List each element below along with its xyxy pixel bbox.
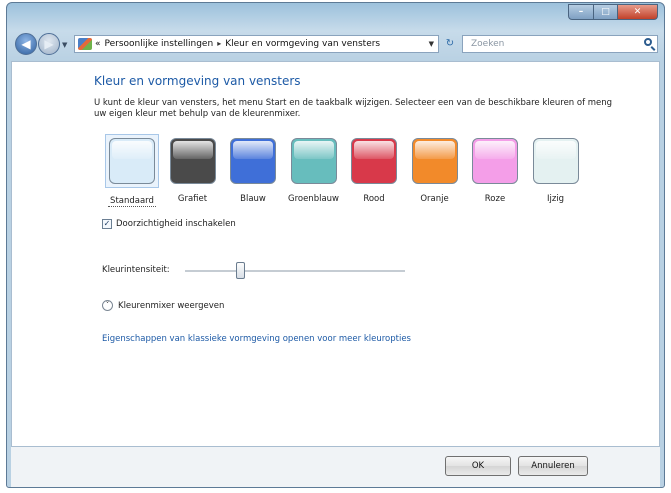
forward-button[interactable]: ▶ (38, 33, 60, 55)
swatch-item[interactable]: Grafiet (163, 134, 223, 207)
back-button[interactable]: ◀ (15, 33, 37, 55)
swatch-label: Blauw (240, 194, 266, 204)
swatch-label: Grafiet (177, 194, 208, 204)
close-button[interactable]: ✕ (618, 4, 658, 20)
swatch-frame[interactable] (529, 134, 583, 188)
minimize-button[interactable]: – (568, 4, 594, 20)
chevron-down-icon[interactable]: ˅ (102, 300, 113, 311)
search-icon[interactable] (644, 38, 652, 46)
swatch-frame[interactable] (105, 134, 159, 188)
intensity-slider-thumb[interactable] (235, 262, 245, 279)
recent-pages-dropdown-icon[interactable]: ▼ (62, 41, 67, 49)
swatch-item[interactable]: Rood (344, 134, 404, 207)
swatch-label: Rood (363, 194, 385, 204)
swatch-frame[interactable] (226, 134, 280, 188)
swatch-item[interactable]: Blauw (223, 134, 283, 207)
color-mixer-toggle[interactable]: ˅ Kleurenmixer weergeven (102, 300, 224, 311)
color-swatch[interactable] (532, 138, 579, 184)
intensity-slider-track[interactable] (185, 270, 405, 273)
maximize-button[interactable]: □ (594, 4, 618, 20)
swatch-item[interactable]: Ijzig (526, 134, 586, 207)
breadcrumb-item-personalization[interactable]: Persoonlijke instellingen (105, 36, 214, 52)
color-swatch[interactable] (351, 138, 397, 184)
window: – □ ✕ ◀ ▶ ▼ « Persoonlijke instellingen … (6, 2, 665, 488)
swatch-item[interactable]: Standaard (102, 134, 162, 207)
swatch-frame[interactable] (408, 134, 462, 188)
search-input[interactable]: Zoeken (462, 35, 658, 53)
color-swatch[interactable] (230, 138, 276, 184)
swatch-item[interactable]: Groenblauw (284, 134, 344, 207)
swatch-item[interactable]: Oranje (405, 134, 465, 207)
breadcrumb-item-window-color[interactable]: Kleur en vormgeving van vensters (225, 36, 380, 52)
swatch-label: Roze (484, 194, 506, 204)
title-bar: – □ ✕ (7, 3, 664, 29)
page-description: U kunt de kleur van vensters, het menu S… (94, 98, 613, 119)
swatch-label: Groenblauw (287, 194, 340, 204)
breadcrumb-separator-icon[interactable]: ▸ (217, 36, 221, 52)
swatch-item[interactable]: Roze (465, 134, 525, 207)
intensity-label: Kleurintensiteit: (102, 265, 170, 275)
window-controls: – □ ✕ (568, 4, 658, 20)
swatch-label: Ijzig (546, 194, 565, 204)
swatch-frame[interactable] (166, 134, 220, 188)
control-panel-icon (78, 38, 92, 50)
footer-bar: OK Annuleren (11, 447, 660, 487)
ok-button[interactable]: OK (445, 456, 511, 476)
address-bar[interactable]: « Persoonlijke instellingen ▸ Kleur en v… (74, 35, 439, 53)
color-swatch[interactable] (109, 138, 155, 184)
swatch-frame[interactable] (347, 134, 401, 188)
refresh-icon[interactable]: ↻ (441, 35, 459, 53)
color-swatch[interactable] (290, 138, 337, 184)
classic-appearance-link[interactable]: Eigenschappen van klassieke vormgeving o… (102, 334, 411, 344)
color-swatches: Standaard Grafiet Blauw Groenblauw Rood Oranj… (102, 134, 586, 207)
color-swatch[interactable] (169, 138, 216, 184)
transparency-option[interactable]: ✓ Doorzichtigheid inschakelen (102, 219, 236, 229)
page-title: Kleur en vormgeving van vensters (94, 74, 301, 88)
color-swatch[interactable] (472, 138, 518, 184)
breadcrumb-overflow-icon[interactable]: « (95, 36, 101, 52)
swatch-frame[interactable] (287, 134, 341, 188)
navigation-bar: ◀ ▶ ▼ « Persoonlijke instellingen ▸ Kleu… (7, 29, 664, 61)
color-mixer-label[interactable]: Kleurenmixer weergeven (118, 301, 224, 311)
swatch-frame[interactable] (468, 134, 522, 188)
swatch-label: Standaard (108, 196, 156, 207)
search-placeholder: Zoeken (471, 39, 505, 49)
cancel-button[interactable]: Annuleren (518, 456, 588, 476)
content-panel: Kleur en vormgeving van vensters U kunt … (11, 61, 660, 447)
transparency-label[interactable]: Doorzichtigheid inschakelen (116, 219, 236, 229)
transparency-checkbox[interactable]: ✓ (102, 219, 112, 229)
swatch-label: Oranje (420, 194, 449, 204)
color-swatch[interactable] (411, 138, 458, 184)
address-dropdown-icon[interactable]: ▼ (429, 36, 434, 52)
